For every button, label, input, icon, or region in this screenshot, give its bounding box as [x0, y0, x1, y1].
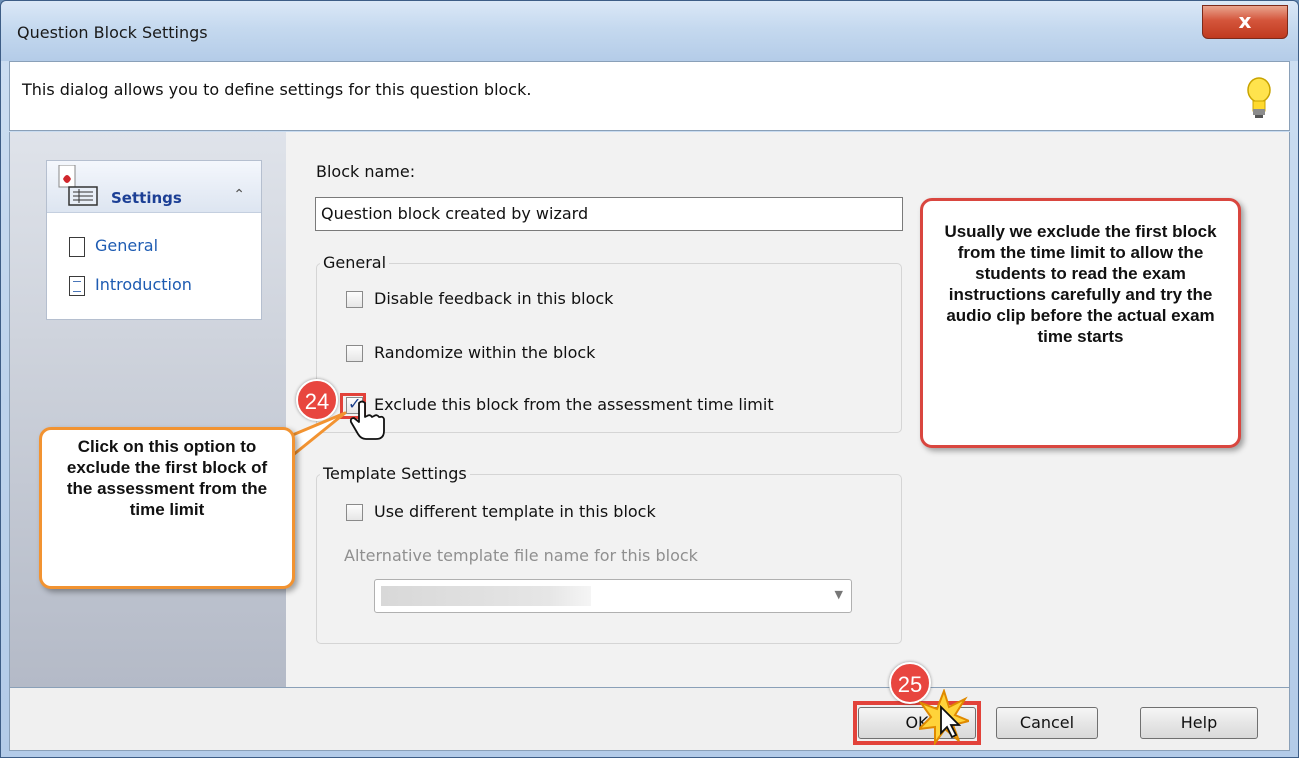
block-name-input[interactable]: Question block created by wizard [315, 197, 903, 231]
collapse-chevron-icon[interactable]: ⌃ [233, 187, 245, 203]
template-settings-group-label: Template Settings [320, 464, 470, 483]
use-different-template-label: Use different template in this block [374, 502, 656, 521]
sidebar: Settings ⌃ General Introduction [10, 132, 286, 687]
document-icon [69, 237, 85, 257]
exclude-time-limit-label: Exclude this block from the assessment t… [374, 395, 774, 414]
click-burst-icon [919, 689, 969, 745]
randomize-checkbox[interactable] [346, 345, 363, 362]
sidebar-item-label: Introduction [95, 275, 192, 294]
hand-cursor-icon [349, 400, 385, 440]
dialog-header: This dialog allows you to define setting… [9, 61, 1290, 131]
instruction-callout: Click on this option to exclude the firs… [39, 427, 295, 589]
alternative-template-label: Alternative template file name for this … [344, 546, 698, 565]
block-name-label: Block name: [316, 162, 416, 181]
text-document-icon [69, 276, 85, 296]
dropdown-arrow-icon[interactable]: ▼ [835, 588, 843, 601]
disable-feedback-checkbox[interactable] [346, 291, 363, 308]
randomize-label: Randomize within the block [374, 343, 596, 362]
settings-nav-panel: Settings ⌃ General Introduction [46, 160, 262, 320]
lightbulb-icon [1247, 77, 1271, 118]
info-callout: Usually we exclude the first block from … [920, 198, 1241, 448]
cancel-button[interactable]: Cancel [996, 707, 1098, 739]
button-bar: OK Cancel Help [9, 687, 1290, 751]
settings-document-icon [58, 165, 98, 206]
help-button[interactable]: Help [1140, 707, 1258, 739]
disable-feedback-label: Disable feedback in this block [374, 289, 614, 308]
dialog-window: Question Block Settings x This dialog al… [0, 0, 1299, 758]
dropdown-value-placeholder [381, 586, 591, 606]
dialog-description: This dialog allows you to define setting… [22, 80, 532, 99]
sidebar-item-label: General [95, 236, 159, 255]
settings-section-label: Settings [111, 189, 182, 207]
general-group-label: General [320, 253, 390, 272]
use-different-template-checkbox[interactable] [346, 504, 363, 521]
settings-section-header[interactable]: Settings ⌃ [47, 161, 261, 213]
close-button[interactable]: x [1202, 5, 1288, 39]
window-title: Question Block Settings [17, 23, 208, 42]
title-bar: Question Block Settings x [1, 1, 1298, 61]
alternative-template-dropdown[interactable]: ▼ [374, 579, 852, 613]
